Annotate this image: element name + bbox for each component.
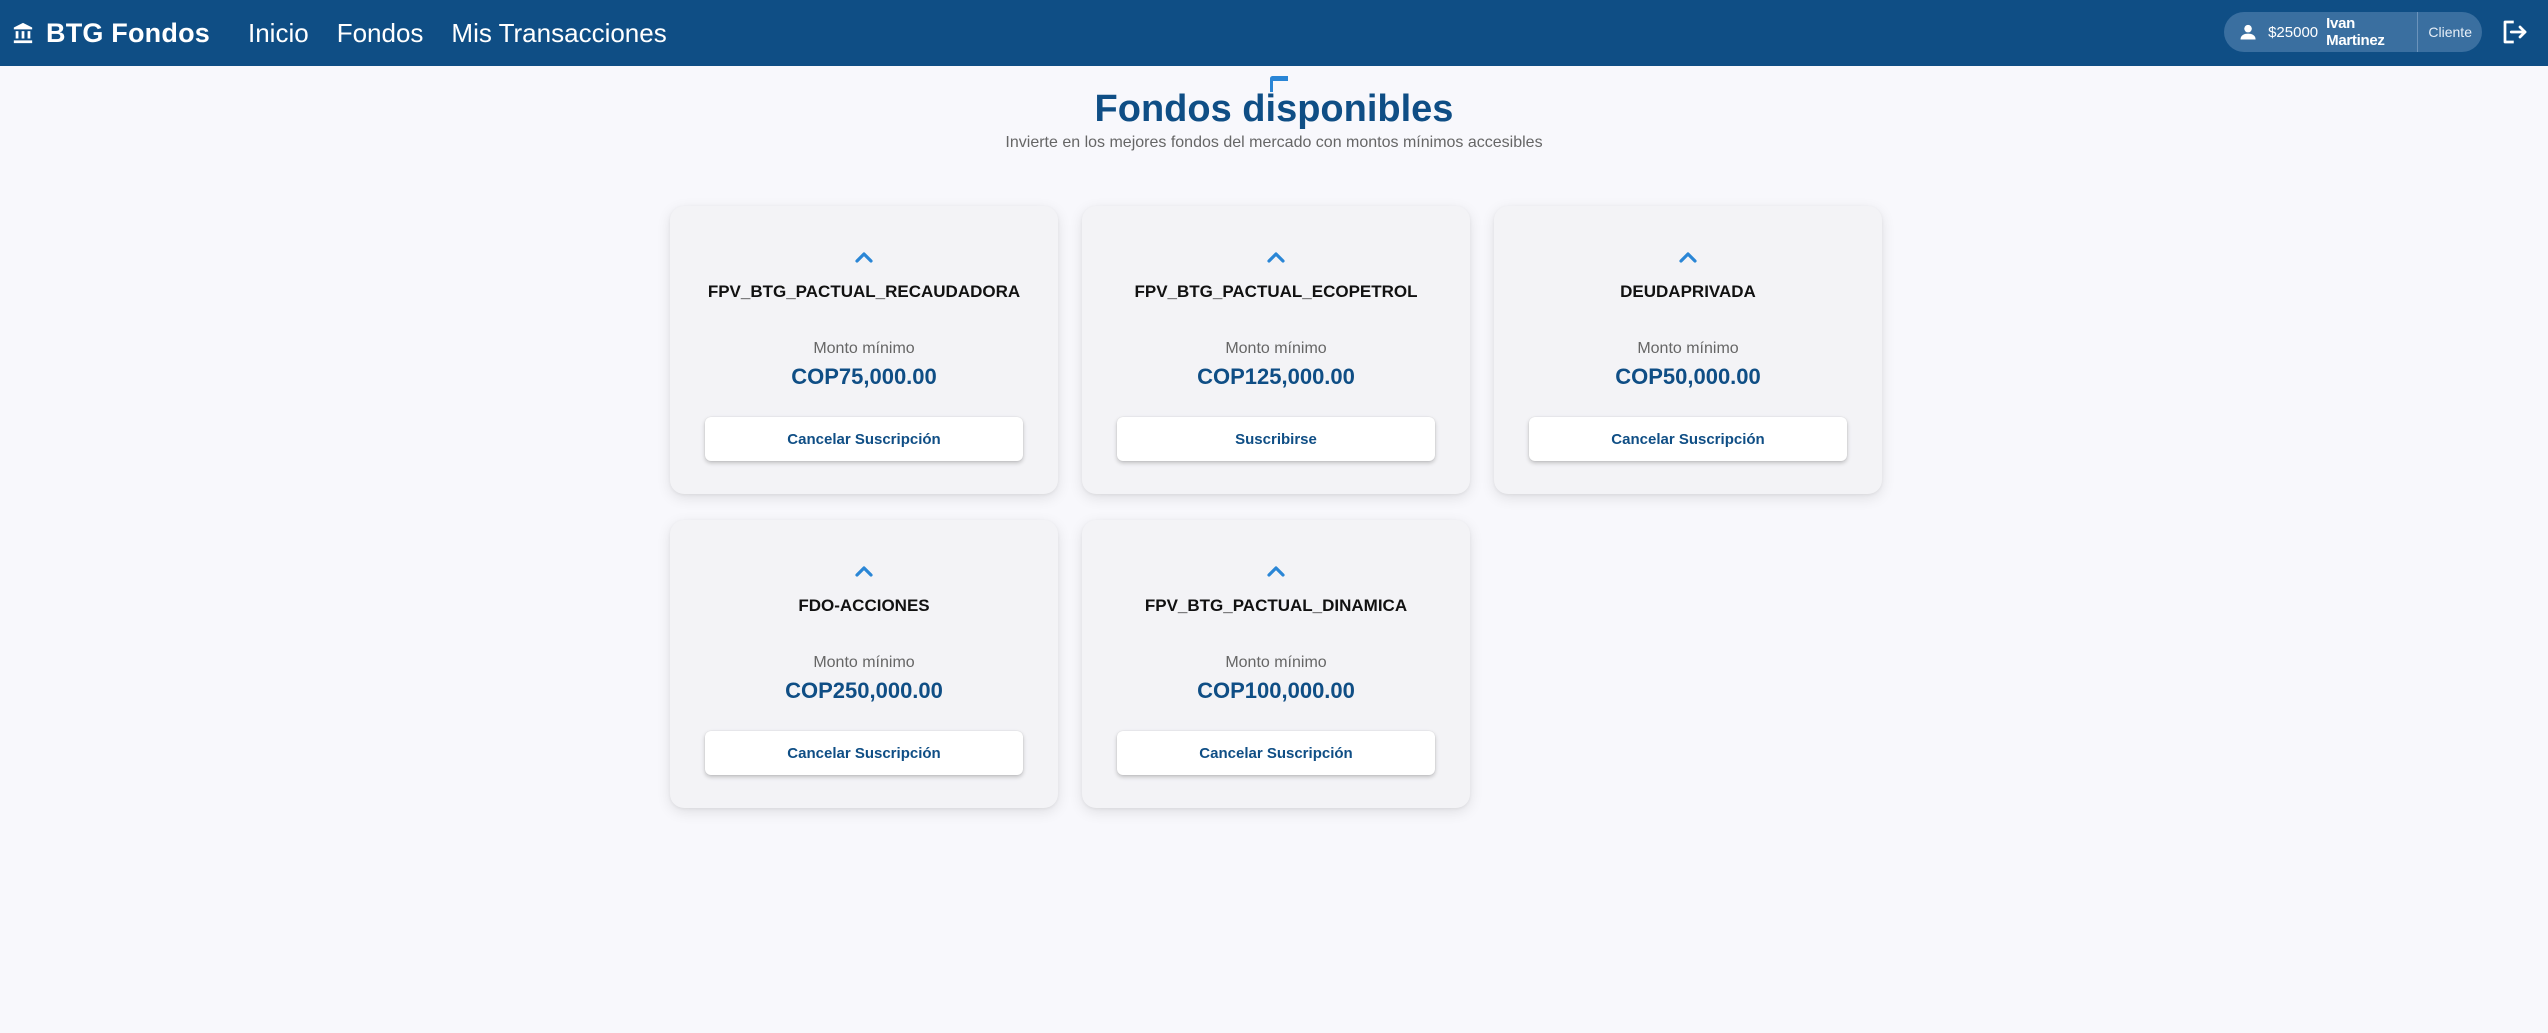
logout-icon[interactable]: [2500, 17, 2530, 47]
fund-card: FDO-ACCIONES Monto mínimo COP250,000.00 …: [670, 520, 1058, 808]
minimum-amount-label: Monto mínimo: [1225, 654, 1327, 671]
nav-item-inicio[interactable]: Inicio: [248, 18, 309, 49]
nav-item-fondos[interactable]: Fondos: [337, 18, 424, 49]
top-navbar: BTG Fondos Inicio Fondos Mis Transaccion…: [0, 0, 2548, 66]
minimum-amount-label: Monto mínimo: [1225, 340, 1327, 357]
chevron-up-icon: [1679, 252, 1697, 263]
user-role-badge: Cliente: [2417, 12, 2482, 52]
account-icon: [2240, 24, 2256, 40]
cancel-subscription-button[interactable]: Cancelar Suscripción: [705, 417, 1023, 461]
fund-card: DEUDAPRIVADA Monto mínimo COP50,000.00 C…: [1494, 206, 1882, 494]
brand-link[interactable]: BTG Fondos: [12, 18, 210, 49]
fund-card: FPV_BTG_PACTUAL_RECAUDADORA Monto mínimo…: [670, 206, 1058, 494]
chevron-up-icon: [1267, 252, 1285, 263]
minimum-amount-label: Monto mínimo: [813, 654, 915, 671]
minimum-amount-value: COP125,000.00: [1197, 364, 1355, 389]
minimum-amount-value: COP250,000.00: [785, 678, 943, 703]
cancel-subscription-button[interactable]: Cancelar Suscripción: [705, 731, 1023, 775]
chevron-up-icon: [855, 252, 873, 263]
chevron-up-icon: [855, 566, 873, 577]
user-info-pill: $25000 Ivan Martinez Cliente: [2224, 12, 2482, 52]
page-title: Fondos disponibles: [1094, 88, 1454, 130]
chevron-up-icon: [1267, 566, 1285, 577]
fund-name: FPV_BTG_PACTUAL_DINAMICA: [1144, 596, 1408, 615]
page-subtitle: Invierte en los mejores fondos del merca…: [1005, 134, 1543, 151]
minimum-amount-value: COP50,000.00: [1615, 364, 1761, 389]
minimum-amount-label: Monto mínimo: [813, 340, 915, 357]
cancel-subscription-button[interactable]: Cancelar Suscripción: [1117, 731, 1435, 775]
user-name: Ivan Martinez: [2326, 15, 2385, 49]
fund-name: FDO-ACCIONES: [798, 596, 930, 615]
nav-item-mis-transacciones[interactable]: Mis Transacciones: [451, 18, 666, 49]
fund-name: FPV_BTG_PACTUAL_ECOPETROL: [1134, 282, 1418, 301]
subscribe-button[interactable]: Suscribirse: [1117, 417, 1435, 461]
main-nav: Inicio Fondos Mis Transacciones: [248, 18, 695, 49]
brand-name: BTG Fondos: [46, 17, 210, 48]
minimum-amount-value: COP100,000.00: [1197, 678, 1355, 703]
minimum-amount-value: COP75,000.00: [791, 364, 937, 389]
user-balance: $25000: [2268, 23, 2319, 41]
minimum-amount-label: Monto mínimo: [1637, 340, 1739, 357]
fund-card: FPV_BTG_PACTUAL_DINAMICA Monto mínimo CO…: [1082, 520, 1470, 808]
fund-name: DEUDAPRIVADA: [1620, 282, 1756, 301]
cancel-subscription-button[interactable]: Cancelar Suscripción: [1529, 417, 1847, 461]
bank-icon: [13, 22, 33, 44]
fund-card: FPV_BTG_PACTUAL_ECOPETROL Monto mínimo C…: [1082, 206, 1470, 494]
fund-name: FPV_BTG_PACTUAL_RECAUDADORA: [707, 282, 1021, 301]
